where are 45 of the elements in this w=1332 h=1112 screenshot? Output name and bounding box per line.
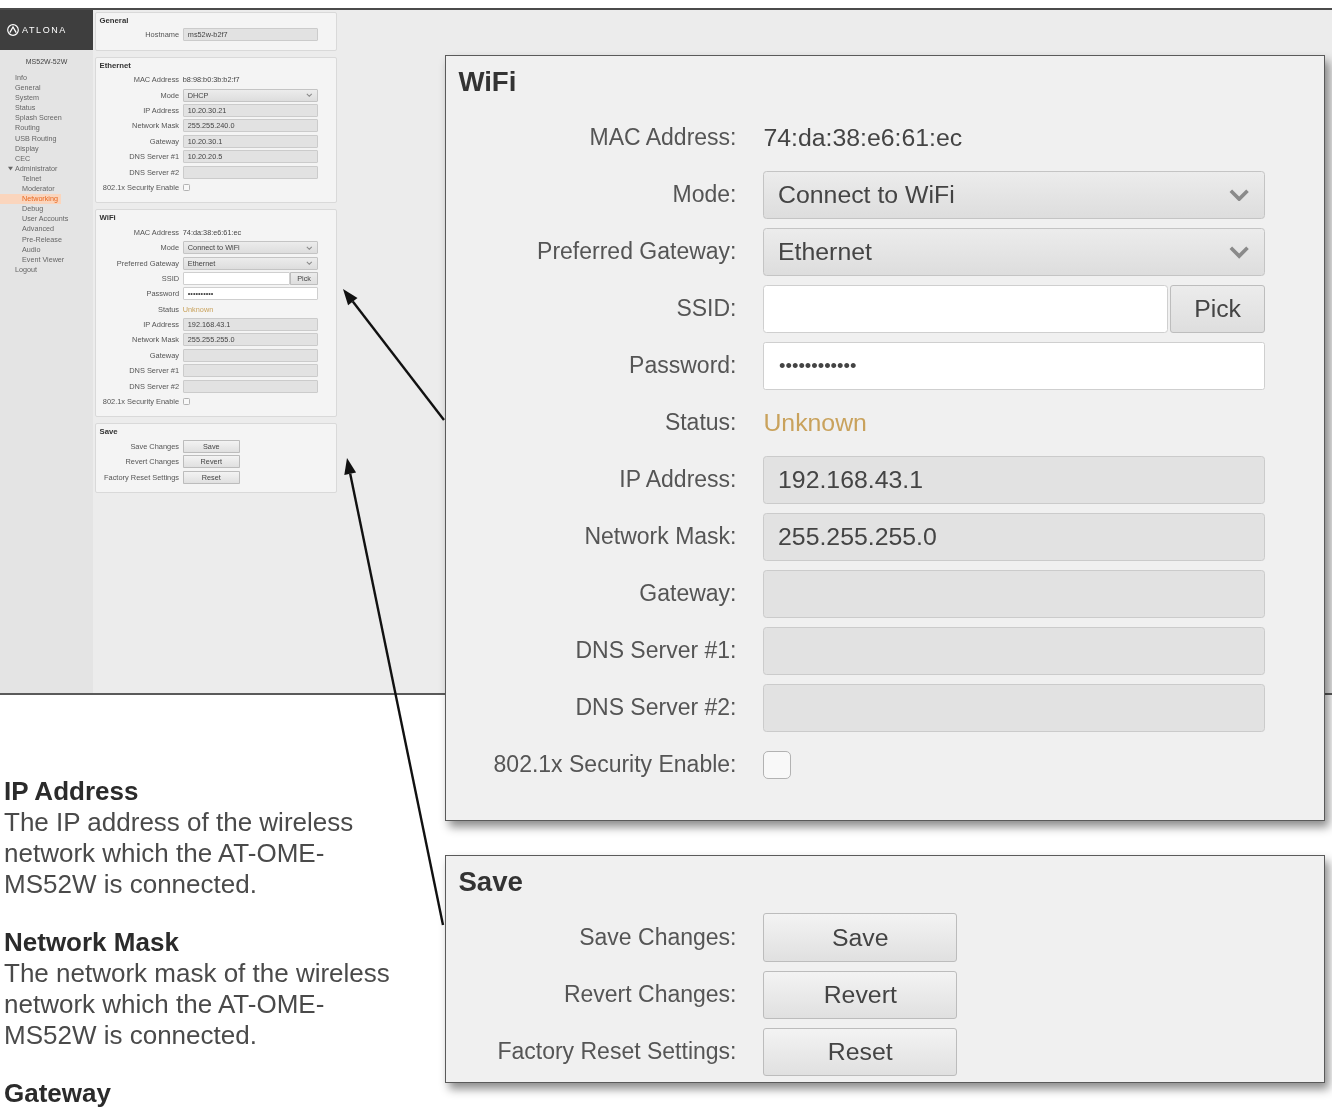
password-field[interactable]: •••••••••••• [763,341,1265,390]
field-label: Revert Changes: [563,981,737,1008]
field-label: Mode: [672,181,737,208]
pick-button[interactable]: Pick [1170,284,1265,333]
action-button[interactable]: Revert [763,970,958,1019]
chevron-down-icon [1227,187,1251,202]
chevron-down-icon [306,245,313,250]
field-label: DNS Server #2: [575,694,737,721]
action-button[interactable]: Save [763,913,958,962]
section-heading: Network Mask [4,927,180,958]
field-label: SSID: [676,295,737,322]
field-value: 74:da:38:e6:61:ec [763,123,963,152]
chevron-down-icon [1227,244,1251,259]
field-label: Save Changes: [579,924,737,950]
field-label: Password: [629,352,737,379]
chevron-down-icon [306,261,313,266]
field-label: Network Mask: [584,523,737,550]
field-label: 802.1x Security Enable: [493,751,737,778]
checkbox[interactable] [182,397,191,406]
action-button[interactable]: Reset [763,1027,958,1076]
logo-icon [7,24,19,36]
field-label: Preferred Gateway: [537,238,737,265]
status-value: Unknown [763,408,867,437]
description-text: The IP address of the wireless network which the AT-OME-MS52W is connected. [4,807,355,900]
logo-text: ATLONA [22,25,67,35]
checkbox[interactable] [182,183,191,192]
dropdown[interactable]: Ethernet [763,227,1265,276]
field-label: DNS Server #1: [575,637,737,664]
text-input[interactable] [182,271,290,285]
text-input[interactable] [763,284,1169,333]
panel-title: WiFi [457,65,518,100]
chevron-down-icon [306,93,313,98]
readonly-field: 255.255.255.0 [763,512,1265,561]
field-label: Factory Reset Settings: [497,1038,737,1065]
field-label: IP Address: [619,466,737,493]
description-text: The network mask of the wireless network which the AT-OME-MS52W is connected. [4,958,391,1051]
section-heading: IP Address [4,776,140,807]
field-label: MAC Address: [589,124,737,150]
readonly-field: 192.168.43.1 [763,455,1265,504]
field-label: Gateway: [639,580,737,607]
section-heading: Gateway [4,1078,112,1109]
checkbox[interactable] [763,751,791,779]
dropdown[interactable]: Connect to WiFi [763,170,1265,219]
panel-title: Save [457,865,524,900]
field-label: Status: [664,409,737,436]
